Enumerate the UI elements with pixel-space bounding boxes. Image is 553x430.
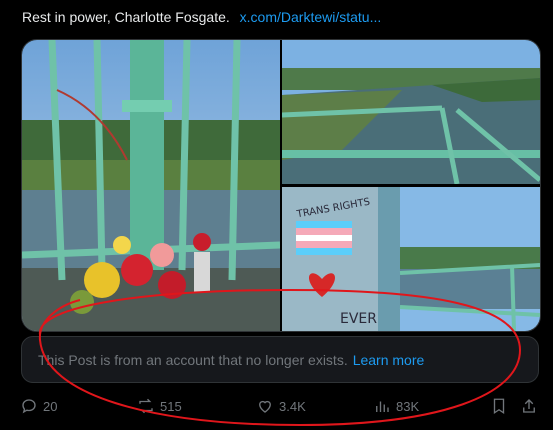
repost-count: 515: [160, 398, 182, 414]
share-button[interactable]: [520, 397, 538, 415]
reply-count: 20: [43, 398, 58, 414]
repost-icon: [139, 398, 153, 414]
photo-trans-rights-sign[interactable]: TRANS RIGHTS EVER: [282, 187, 540, 331]
notice-text: This Post is from an account that no lon…: [38, 351, 348, 368]
action-bar: 20 515 3.4K 83K: [20, 397, 540, 417]
media-grid: TRANS RIGHTS EVER: [21, 39, 541, 332]
tweet-text: Rest in power, Charlotte Fosgate. x.com/…: [22, 8, 542, 26]
reply-button[interactable]: 20: [20, 397, 57, 415]
repost-button[interactable]: 515: [137, 397, 182, 415]
views-button[interactable]: 83K: [373, 397, 419, 415]
photo-river-view[interactable]: [282, 40, 540, 184]
learn-more-link[interactable]: Learn more: [353, 352, 425, 368]
views-icon: [376, 401, 389, 412]
like-button[interactable]: 3.4K: [256, 397, 306, 415]
tweet-link[interactable]: x.com/Darktewi/statu...: [240, 9, 382, 25]
share-icon: [523, 399, 535, 413]
photo-memorial-flowers[interactable]: [22, 40, 280, 331]
sign-bottom-text: EVER: [340, 311, 377, 327]
heart-icon: [259, 400, 271, 413]
like-count: 3.4K: [279, 398, 306, 414]
tweet-body: Rest in power, Charlotte Fosgate.: [22, 9, 230, 25]
unavailable-post-notice: This Post is from an account that no lon…: [21, 336, 539, 383]
bookmark-button[interactable]: [490, 397, 508, 415]
bookmark-icon: [493, 398, 505, 415]
reply-icon: [22, 399, 36, 414]
views-count: 83K: [396, 398, 420, 414]
